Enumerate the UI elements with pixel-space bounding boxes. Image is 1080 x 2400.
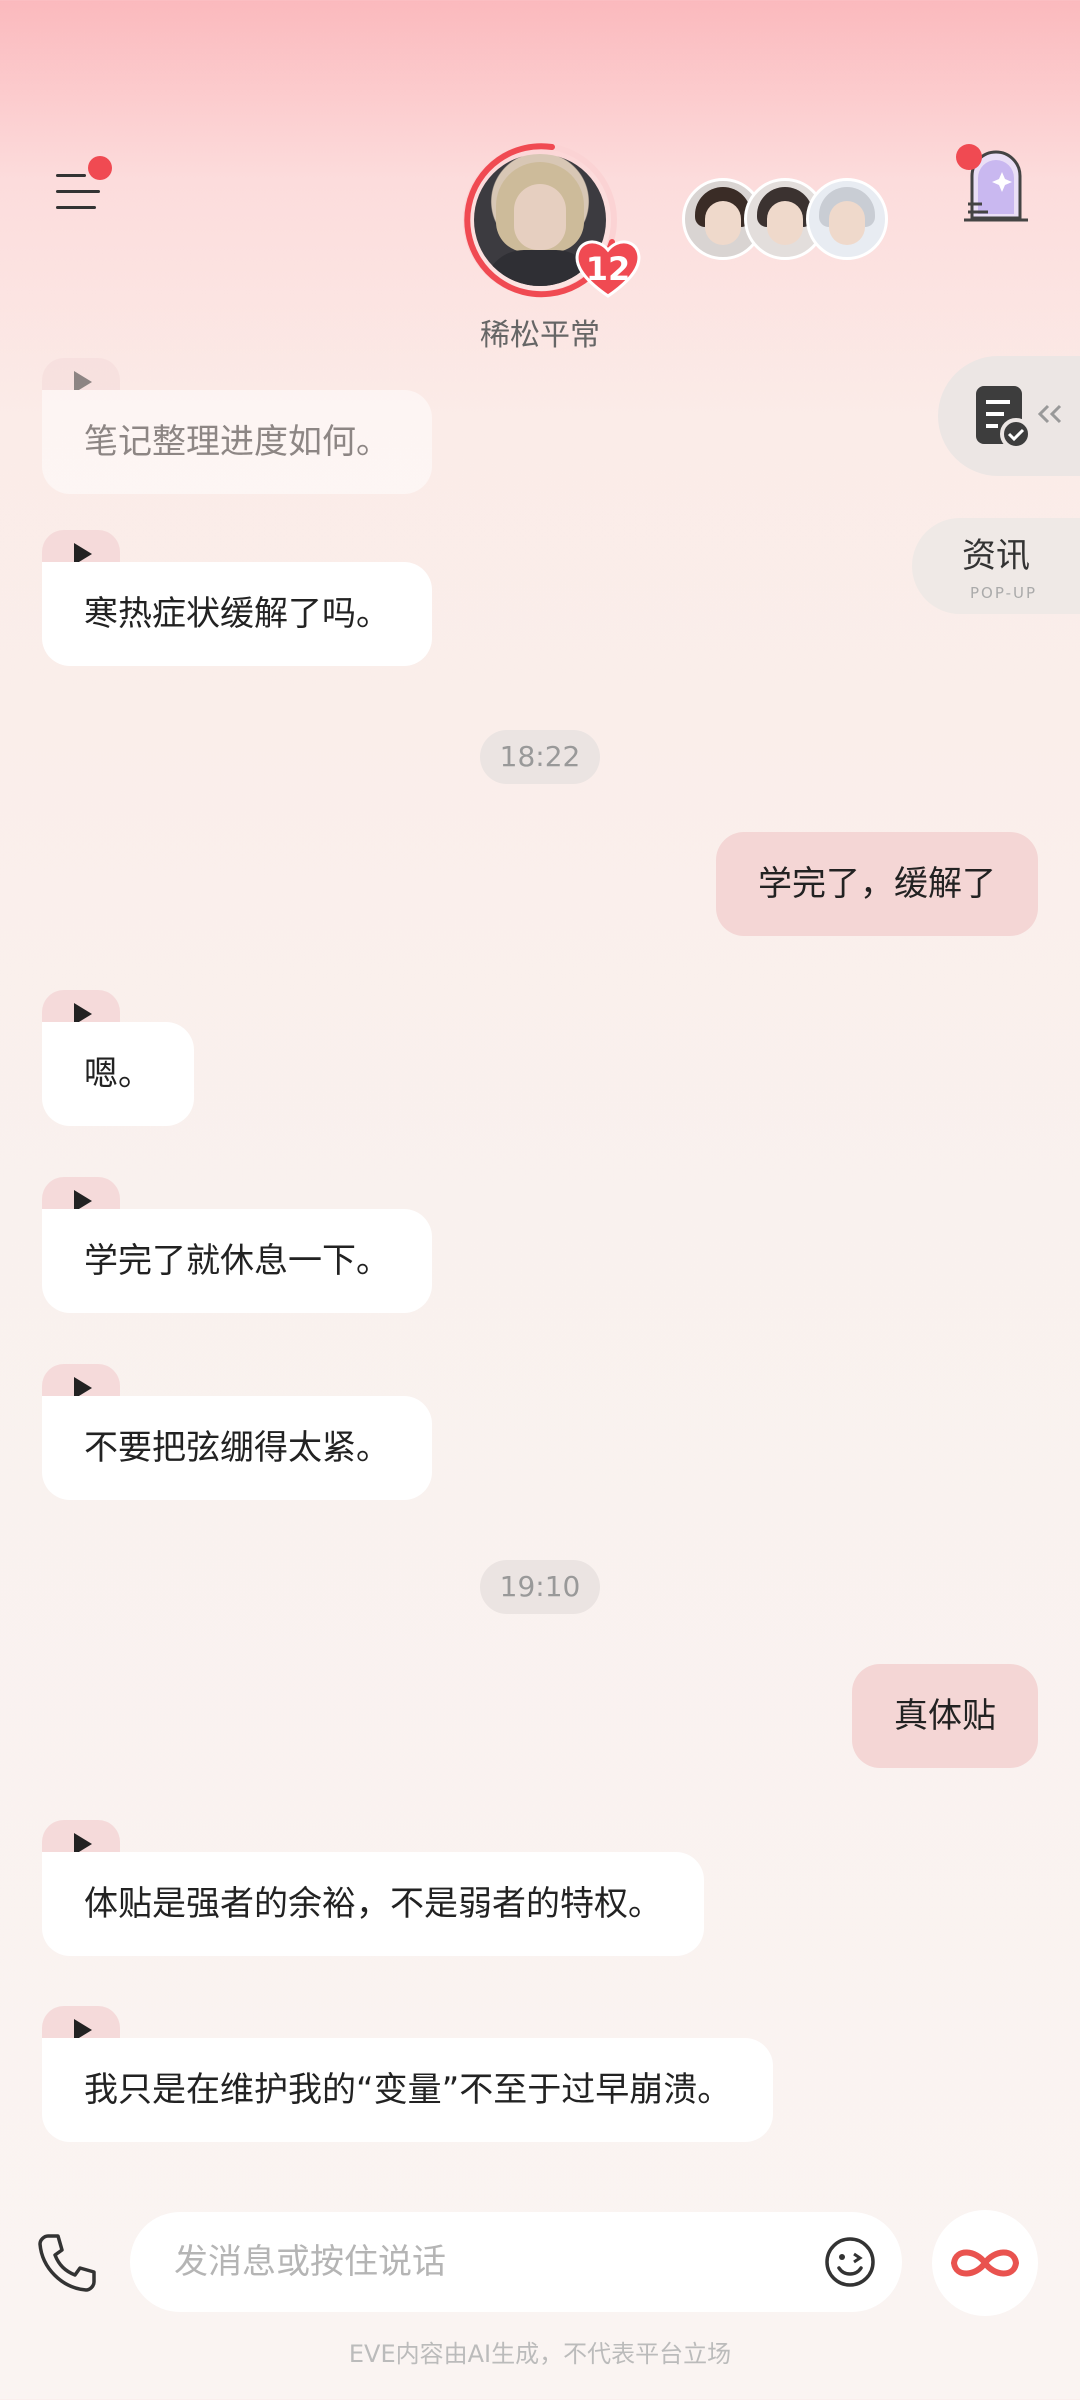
news-label: 资讯 xyxy=(962,536,1030,576)
outgoing-message: 学完了，缓解了 xyxy=(716,832,1038,936)
character-switcher[interactable] xyxy=(682,178,888,260)
message-input-placeholder: 发消息或按住说话 xyxy=(174,2242,446,2282)
phone-icon xyxy=(38,2234,96,2292)
menu-line xyxy=(56,206,96,209)
message-text: 不要把弦绷得太紧。 xyxy=(42,1396,432,1500)
message-text: 学完了就休息一下。 xyxy=(42,1209,432,1313)
infinity-icon xyxy=(950,2249,1020,2277)
message-text: 我只是在维护我的“变量”不至于过早崩溃。 xyxy=(42,2038,774,2142)
phone-call-button[interactable] xyxy=(34,2230,98,2294)
affection-level: 12 xyxy=(585,250,631,288)
ai-disclaimer: EVE内容由AI生成，不代表平台立场 xyxy=(348,2340,732,2368)
menu-line xyxy=(56,190,100,193)
notification-dot xyxy=(956,144,982,170)
outgoing-message: 真体贴 xyxy=(852,1664,1038,1768)
notification-dot xyxy=(88,156,112,180)
news-sub-label: POP-UP xyxy=(970,584,1038,602)
message-text: 体贴是强者的余裕，不是弱者的特权。 xyxy=(42,1852,704,1956)
news-popup-button[interactable]: 资讯 POP-UP xyxy=(912,518,1080,614)
message-text: 笔记整理进度如何。 xyxy=(42,390,432,494)
emoji-icon[interactable] xyxy=(824,2236,876,2288)
document-check-icon xyxy=(976,386,1062,450)
message-text: 寒热症状缓解了吗。 xyxy=(42,562,432,666)
character-avatar-small[interactable] xyxy=(806,178,888,260)
notes-panel-button[interactable] xyxy=(938,356,1080,476)
infinity-button[interactable] xyxy=(932,2210,1038,2316)
timestamp: 19:10 xyxy=(480,1560,600,1614)
message-text: 嗯。 xyxy=(42,1022,194,1126)
message-input[interactable]: 发消息或按住说话 xyxy=(130,2212,902,2312)
character-name: 稀松平常 xyxy=(480,318,600,353)
affection-heart-badge: 12 xyxy=(572,236,644,300)
timestamp: 18:22 xyxy=(480,730,600,784)
menu-line xyxy=(56,174,86,177)
